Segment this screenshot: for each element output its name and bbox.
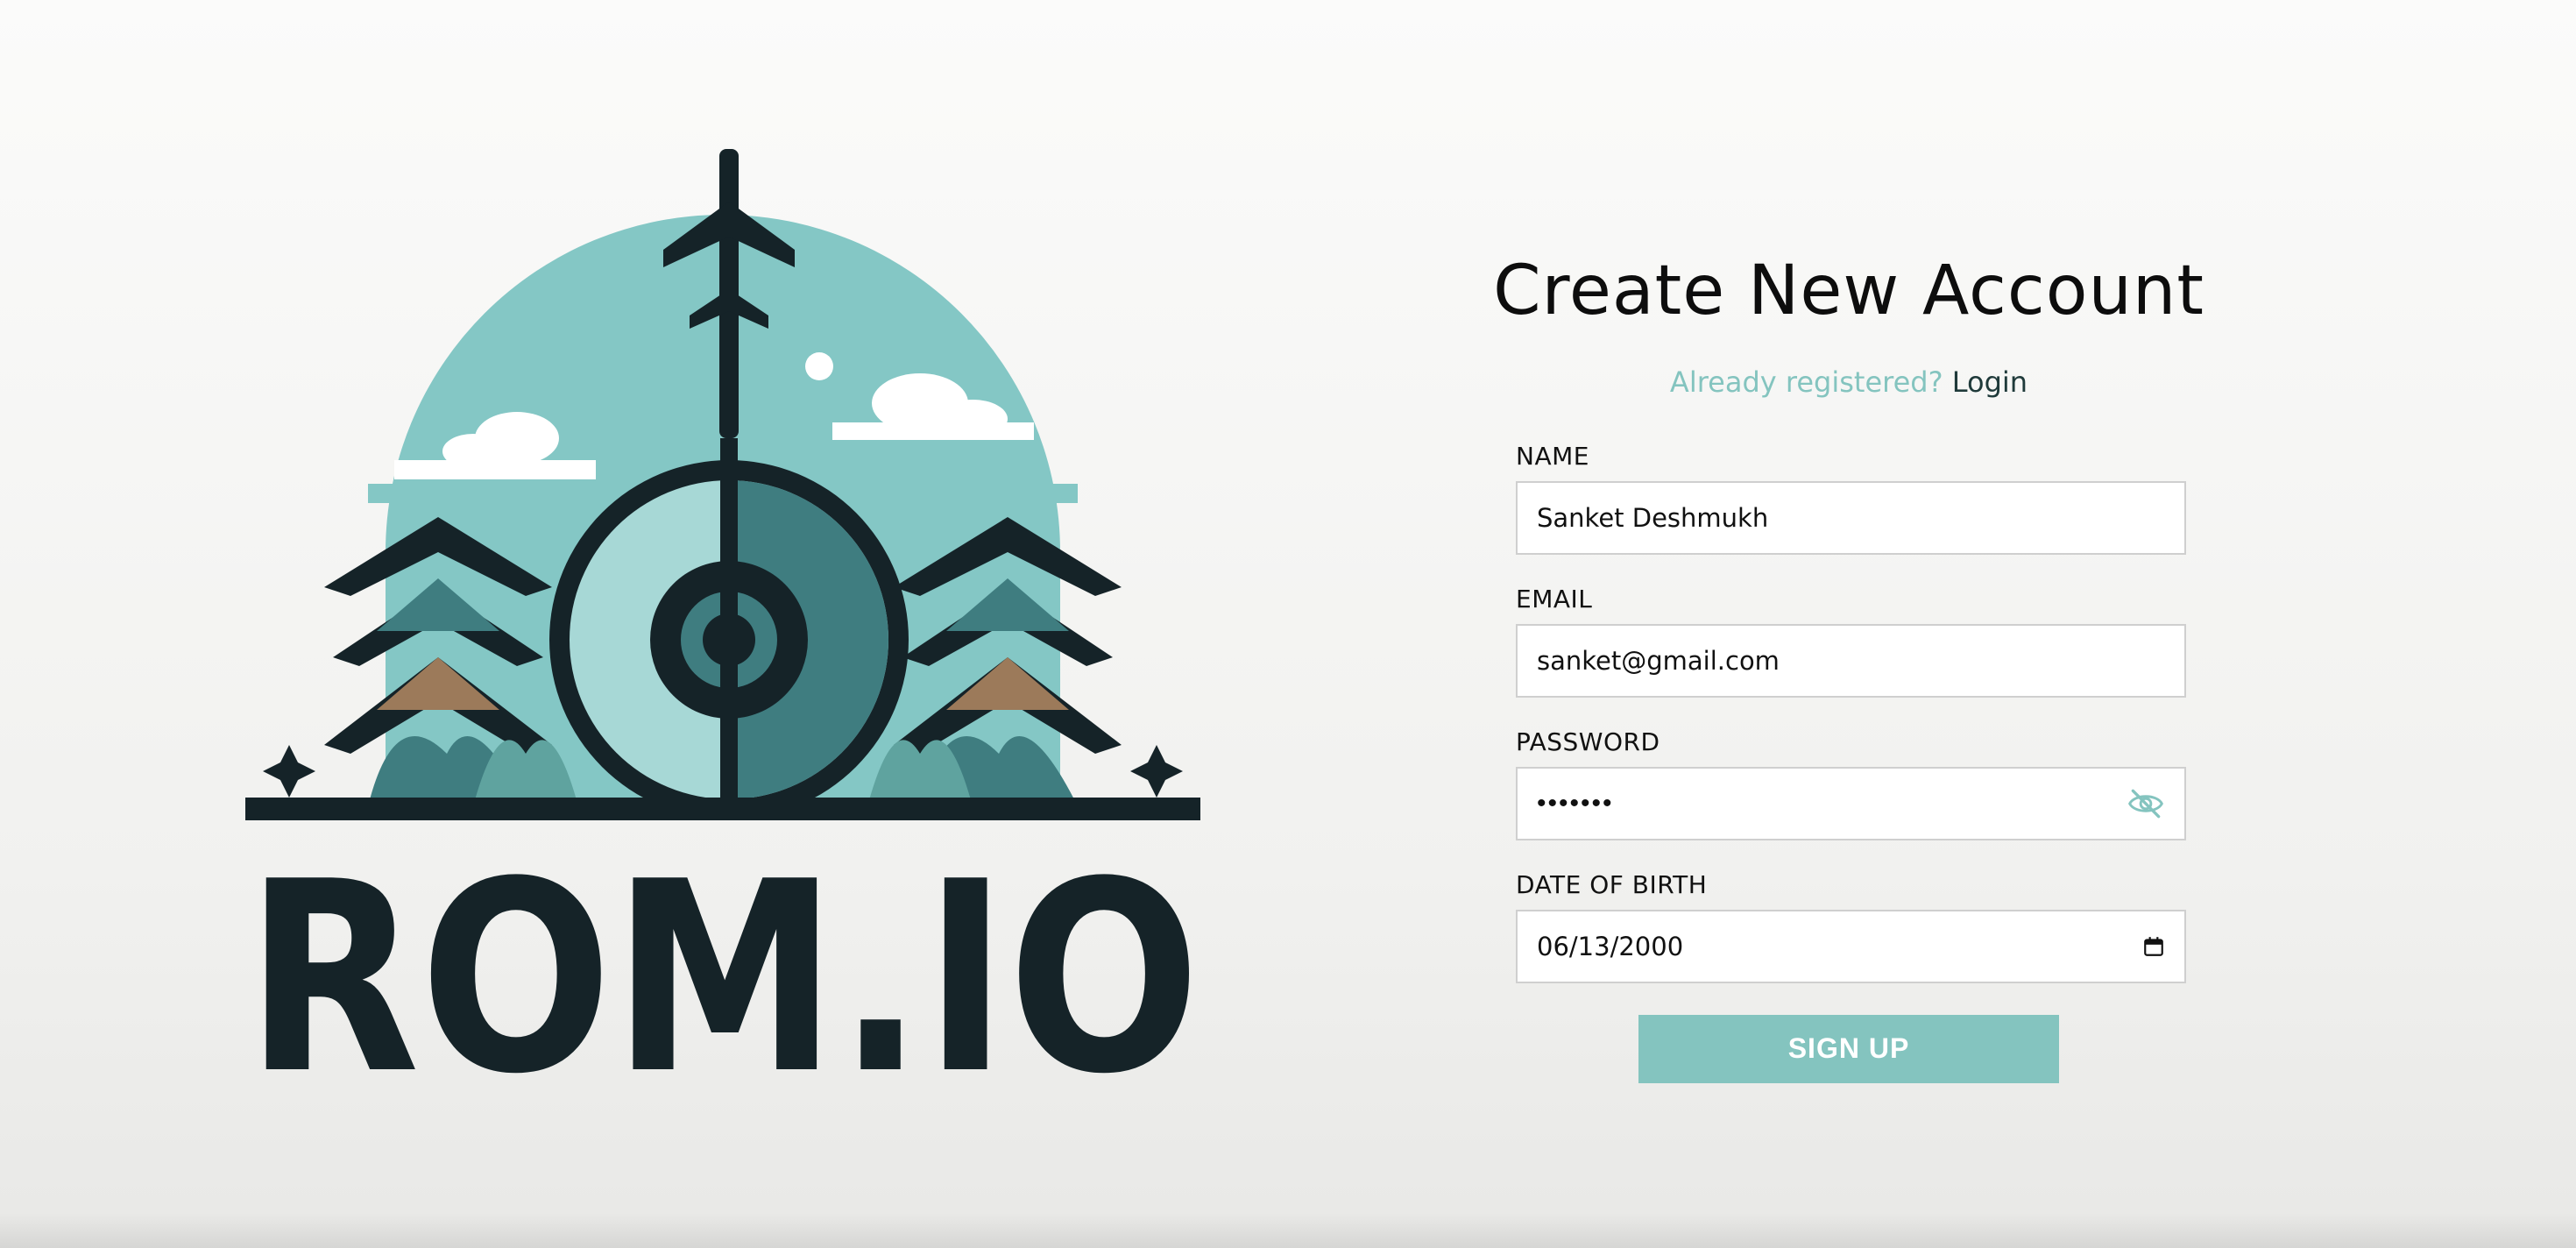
logo-ground-bar bbox=[245, 798, 1200, 820]
login-link[interactable]: Login bbox=[1952, 365, 2028, 399]
dob-input[interactable]: 06/13/2000 bbox=[1537, 932, 2142, 961]
form-fields: NAME EMAIL PASSWORD ••••••• bbox=[1516, 442, 2186, 983]
signup-button[interactable]: SIGN UP bbox=[1638, 1014, 2059, 1083]
signup-page: ROM.IO Create New Account Already regist… bbox=[0, 0, 2576, 1248]
bottom-shadow bbox=[0, 1213, 2576, 1248]
password-label: PASSWORD bbox=[1516, 727, 1660, 756]
name-input-box[interactable] bbox=[1516, 480, 2186, 555]
login-prompt-line: Already registered? Login bbox=[1490, 368, 2208, 396]
calendar-icon[interactable] bbox=[2142, 935, 2165, 958]
password-input-box[interactable]: ••••••• bbox=[1516, 766, 2186, 840]
logo-wordmark: ROM.IO bbox=[245, 826, 1200, 1087]
dob-label: DATE OF BIRTH bbox=[1516, 869, 1708, 899]
name-input[interactable] bbox=[1537, 502, 2165, 533]
page-title: Create New Account bbox=[1493, 252, 2204, 330]
eye-off-icon[interactable] bbox=[2127, 784, 2165, 823]
email-label: EMAIL bbox=[1516, 584, 1593, 613]
name-label: NAME bbox=[1516, 441, 1589, 471]
password-input[interactable]: ••••••• bbox=[1537, 789, 2127, 819]
email-input[interactable] bbox=[1537, 645, 2165, 676]
signup-button-wrap: SIGN UP bbox=[1490, 1014, 2208, 1083]
signup-form: Create New Account Already registered? L… bbox=[1490, 252, 2208, 1083]
logo-illustration: ROM.IO bbox=[245, 149, 1200, 1087]
name-field-group: NAME bbox=[1516, 442, 2186, 555]
password-field-group: PASSWORD ••••••• bbox=[1516, 727, 2186, 840]
email-field-group: EMAIL bbox=[1516, 585, 2186, 698]
login-prompt-text: Already registered? bbox=[1669, 365, 1943, 399]
email-input-box[interactable] bbox=[1516, 623, 2186, 698]
dob-field-group: DATE OF BIRTH 06/13/2000 bbox=[1516, 870, 2186, 983]
dob-input-box[interactable]: 06/13/2000 bbox=[1516, 909, 2186, 983]
rom-io-logo: ROM.IO bbox=[237, 140, 1209, 1087]
